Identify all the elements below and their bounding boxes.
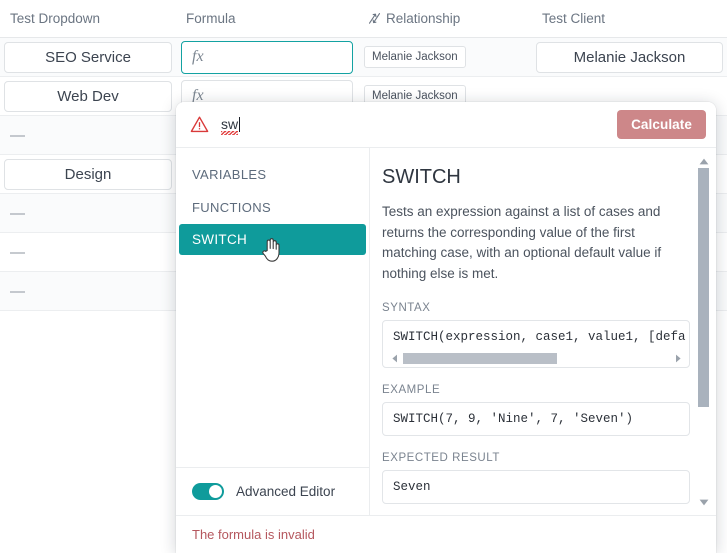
cell-relationship[interactable]: Melanie Jackson	[358, 38, 532, 77]
syntax-code-text: SWITCH(expression, case1, value1, [defa	[393, 330, 686, 345]
detail-vertical-scrollbar[interactable]	[697, 156, 710, 507]
advanced-editor-label: Advanced Editor	[236, 484, 336, 499]
grid-header-row: Test Dropdown Formula Relationship Test …	[0, 0, 727, 38]
detail-scroll-area: SWITCH Tests an expression against a lis…	[370, 148, 716, 515]
scroll-right-arrow-icon[interactable]	[672, 353, 683, 364]
column-header-label: Test Client	[542, 11, 606, 26]
expected-result-label: EXPECTED RESULT	[382, 452, 500, 465]
formula-cell-active[interactable]: fx	[181, 40, 353, 74]
scroll-up-arrow-icon[interactable]	[698, 156, 709, 166]
scroll-thumb[interactable]	[403, 353, 558, 365]
text-caret	[239, 117, 241, 132]
nav-group-label: VARIABLES	[192, 167, 267, 182]
cell-test-client[interactable]: Melanie Jackson	[532, 38, 727, 77]
syntax-horizontal-scrollbar[interactable]	[389, 351, 683, 366]
empty-value: —	[10, 126, 25, 144]
fx-icon: fx	[192, 48, 204, 65]
advanced-editor-row: Advanced Editor	[176, 467, 369, 515]
formula-input-value: sw	[221, 115, 239, 135]
syntax-label: SYNTAX	[382, 302, 431, 315]
column-header-relationship[interactable]: Relationship	[358, 11, 532, 26]
nav-group-variables[interactable]: VARIABLES	[176, 158, 369, 191]
column-header-formula[interactable]: Formula	[176, 11, 358, 26]
expected-result-text: Seven	[393, 480, 431, 495]
function-detail-panel: SWITCH Tests an expression against a lis…	[370, 148, 716, 515]
column-header-label: Relationship	[386, 11, 461, 26]
function-title: SWITCH	[382, 166, 461, 188]
nav-item-switch[interactable]: SWITCH	[179, 224, 366, 262]
syntax-code-box: SWITCH(expression, case1, value1, [defa	[382, 320, 690, 369]
column-header-test-dropdown[interactable]: Test Dropdown	[0, 11, 176, 26]
toggle-knob	[209, 485, 222, 498]
column-header-label: Formula	[186, 11, 236, 26]
column-header-label: Test Dropdown	[10, 11, 101, 26]
example-code-text: SWITCH(7, 9, 'Nine', 7, 'Seven')	[393, 412, 634, 427]
cell-formula[interactable]: fx	[176, 38, 358, 77]
cell-test-dropdown[interactable]: —	[0, 194, 176, 233]
formula-input[interactable]: sw	[221, 110, 617, 140]
dialog-footer: The formula is invalid	[176, 515, 716, 553]
nav-item-label: SWITCH	[192, 232, 248, 247]
nav-group-label: FUNCTIONS	[192, 200, 271, 215]
formula-nav-panel: VARIABLES FUNCTIONS SWITCH Advanced Edit…	[176, 148, 370, 515]
scroll-down-arrow-icon[interactable]	[698, 497, 709, 507]
table-row[interactable]: SEO Service fx Melanie Jackson Melanie J…	[0, 38, 727, 77]
example-code-box: SWITCH(7, 9, 'Nine', 7, 'Seven')	[382, 402, 690, 437]
advanced-editor-toggle[interactable]	[192, 483, 224, 500]
cell-test-dropdown[interactable]: SEO Service	[0, 38, 176, 77]
cell-test-dropdown[interactable]: Design	[0, 155, 176, 194]
column-header-test-client[interactable]: Test Client	[532, 11, 727, 26]
scroll-track[interactable]	[698, 168, 709, 495]
empty-value: —	[10, 282, 25, 300]
expected-result-box: Seven	[382, 470, 690, 505]
scroll-left-arrow-icon[interactable]	[389, 353, 400, 364]
dropdown-pill[interactable]: SEO Service	[4, 41, 172, 73]
cell-test-dropdown[interactable]: —	[0, 272, 176, 311]
relationship-chip[interactable]: Melanie Jackson	[364, 46, 466, 68]
function-description: Tests an expression against a list of ca…	[382, 204, 662, 281]
example-label: EXAMPLE	[382, 384, 441, 397]
hand-pointer-cursor	[261, 237, 281, 263]
warning-triangle-icon	[190, 115, 209, 134]
cell-test-dropdown[interactable]: —	[0, 233, 176, 272]
dropdown-pill[interactable]: Web Dev	[4, 80, 172, 112]
relationship-arrow-icon	[368, 12, 381, 25]
error-message: The formula is invalid	[192, 527, 315, 542]
empty-value: —	[10, 243, 25, 261]
nav-group-functions[interactable]: FUNCTIONS	[176, 191, 369, 224]
empty-value: —	[10, 204, 25, 222]
dropdown-pill[interactable]: Design	[4, 158, 172, 190]
formula-editor-dialog: sw Calculate VARIABLES FUNCTIONS SWITCH	[176, 102, 716, 553]
client-pill[interactable]: Melanie Jackson	[536, 41, 723, 73]
cell-test-dropdown[interactable]: Web Dev	[0, 77, 176, 116]
nav-list: VARIABLES FUNCTIONS SWITCH	[176, 148, 369, 467]
scroll-thumb[interactable]	[698, 168, 709, 407]
cell-test-dropdown[interactable]: —	[0, 116, 176, 155]
formula-toolbar: sw Calculate	[176, 102, 716, 148]
dialog-body: VARIABLES FUNCTIONS SWITCH Advanced Edit…	[176, 148, 716, 515]
calculate-button[interactable]: Calculate	[617, 110, 706, 139]
scroll-track[interactable]	[403, 353, 669, 365]
